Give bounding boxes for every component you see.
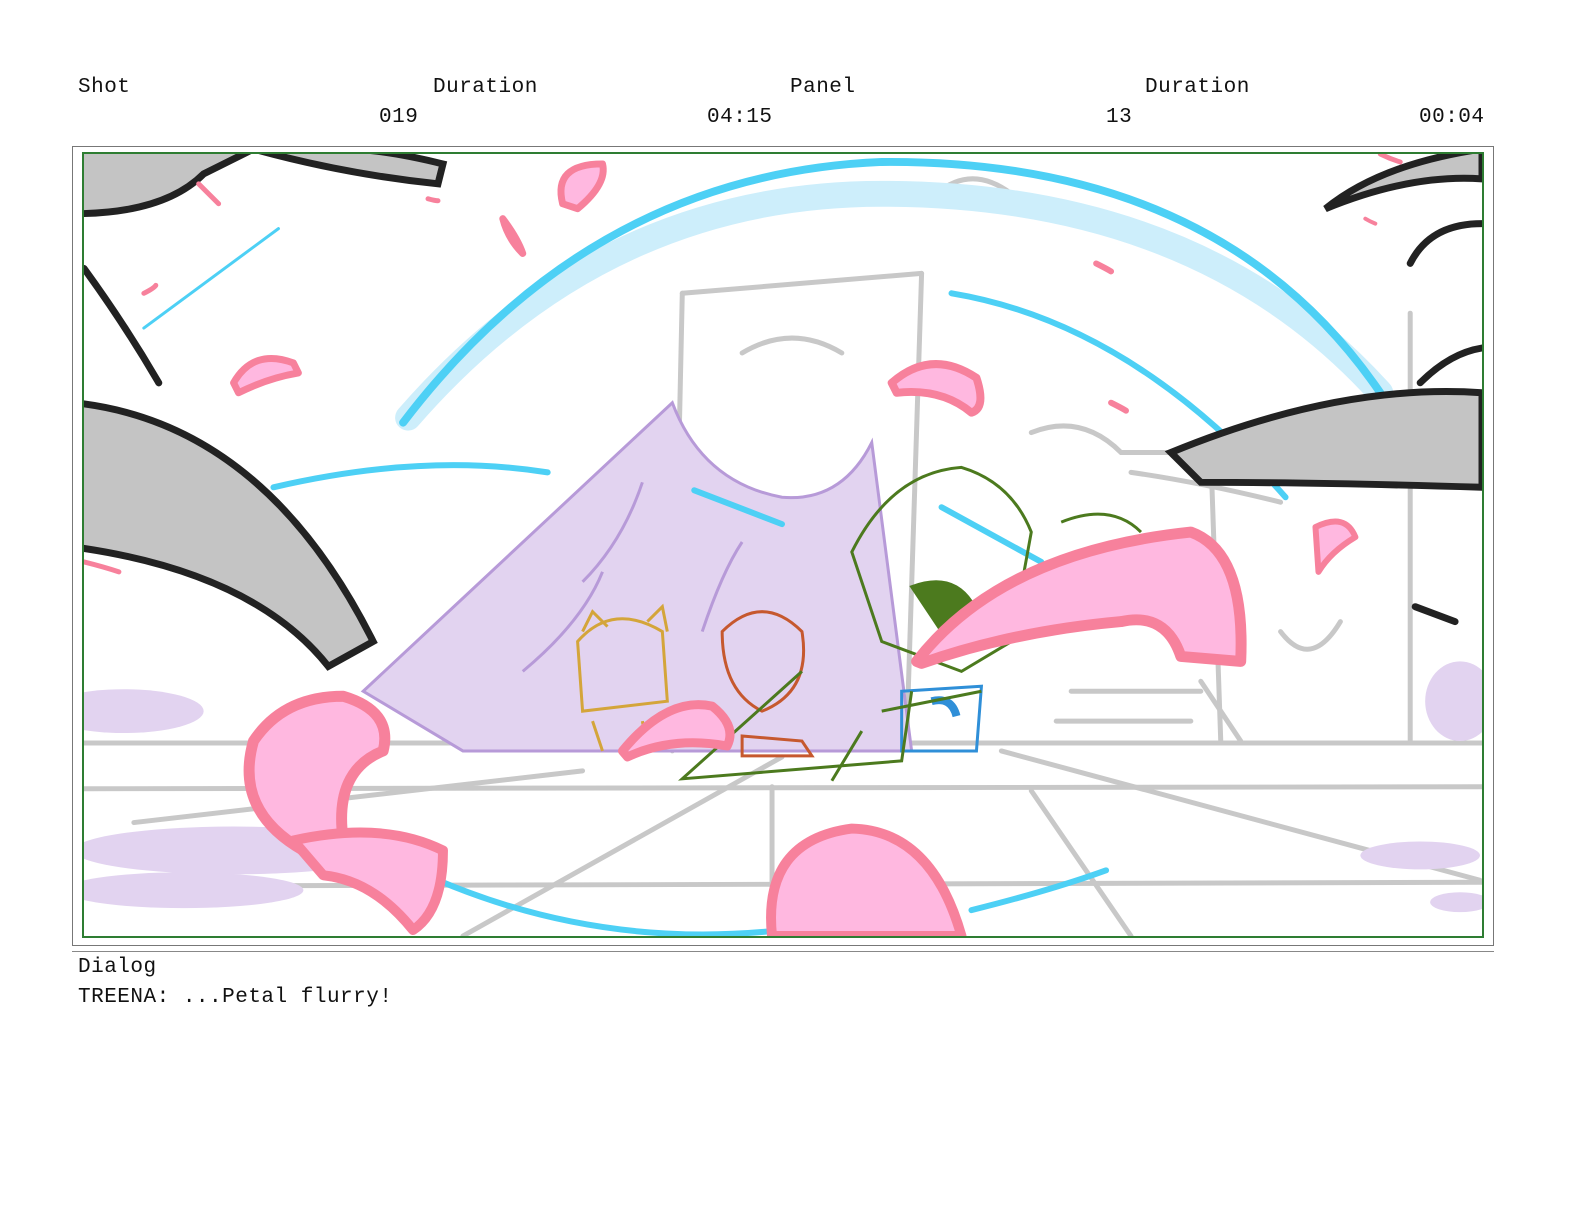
panel-label: Panel	[790, 76, 856, 99]
shot-label: Shot	[78, 76, 131, 99]
shot-duration: 04:15	[707, 106, 773, 129]
panel-image	[82, 152, 1484, 938]
dialog-label: Dialog	[78, 956, 157, 979]
panel-duration-label: Duration	[1145, 76, 1250, 99]
shot-duration-label: Duration	[433, 76, 538, 99]
dialog-text: TREENA: ...Petal flurry!	[78, 986, 393, 1009]
shot-number: 019	[379, 106, 419, 129]
panel-number: 13	[1106, 106, 1133, 129]
panel-duration: 00:04	[1419, 106, 1485, 129]
divider	[72, 951, 1494, 952]
